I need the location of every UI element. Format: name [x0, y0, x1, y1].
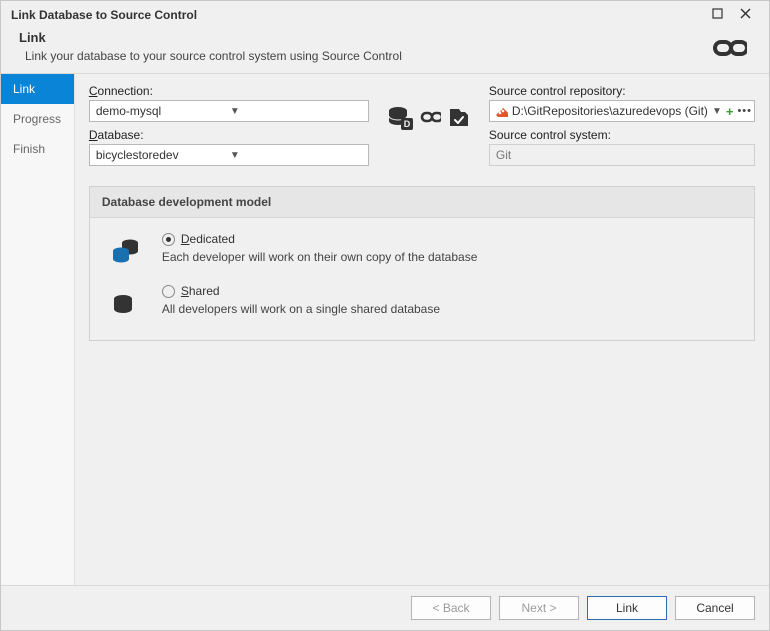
form-column-left: Connection: demo-mysql ▼ Database: bicyc…	[89, 84, 369, 172]
back-button[interactable]: < Back	[411, 596, 491, 620]
shared-label: Shared	[181, 284, 220, 298]
form-column-right: Source control repository: D:\GitReposit…	[489, 84, 755, 166]
database-icon: D	[387, 104, 413, 133]
svg-text:D: D	[404, 119, 411, 129]
link-button[interactable]: Link	[587, 596, 667, 620]
chevron-down-icon: ▼	[230, 150, 364, 161]
repo-value: D:\GitRepositories\azuredevops (Git)	[512, 104, 708, 118]
sidebar-item-label: Link	[13, 82, 35, 96]
shared-desc: All developers will work on a single sha…	[162, 302, 734, 316]
radio-unselected-icon	[162, 285, 175, 298]
dev-model-title: Database development model	[90, 187, 754, 218]
titlebar: Link Database to Source Control	[1, 1, 769, 26]
shared-radio[interactable]: Shared	[162, 284, 734, 298]
header-description: Link your database to your source contro…	[19, 49, 709, 63]
scs-label: Source control system:	[489, 128, 755, 142]
repo-more-button[interactable]: •••	[737, 105, 752, 117]
dedicated-label: Dedicated	[181, 232, 235, 246]
dedicated-icon	[110, 232, 140, 266]
chevron-down-icon: ▼	[230, 106, 364, 117]
sidebar-item-label: Progress	[13, 112, 61, 126]
close-button[interactable]	[731, 7, 759, 22]
sidebar-item-finish[interactable]: Finish	[1, 134, 74, 164]
chevron-down-icon: ▼	[712, 106, 722, 117]
dev-model-panel: Database development model D	[89, 186, 755, 341]
maximize-button[interactable]	[703, 7, 731, 22]
form-top-row: Connection: demo-mysql ▼ Database: bicyc…	[89, 84, 755, 172]
header-text: Link Link your database to your source c…	[19, 30, 709, 63]
sidebar-item-label: Finish	[13, 142, 45, 156]
shared-icon	[110, 284, 140, 318]
repo-select[interactable]: D:\GitRepositories\azuredevops (Git) ▼ +…	[489, 100, 755, 122]
wizard-sidebar: Link Progress Finish	[1, 74, 75, 585]
radio-selected-icon	[162, 233, 175, 246]
dedicated-option: Dedicated Each developer will work on th…	[110, 232, 734, 266]
cancel-button[interactable]: Cancel	[675, 596, 755, 620]
repo-label: Source control repository:	[489, 84, 755, 98]
scs-field: Git	[489, 144, 755, 166]
git-icon	[494, 103, 508, 120]
database-select[interactable]: bicyclestoredev ▼	[89, 144, 369, 166]
header-title: Link	[19, 30, 709, 45]
close-icon	[740, 8, 751, 19]
connection-label: Connection:	[89, 84, 369, 98]
link-glyph-row: D	[387, 84, 471, 133]
link-icon	[709, 36, 747, 63]
window-title: Link Database to Source Control	[11, 8, 703, 22]
shared-text: Shared All developers will work on a sin…	[162, 284, 734, 316]
chain-link-icon	[419, 110, 441, 127]
sidebar-item-progress[interactable]: Progress	[1, 104, 74, 134]
shared-option: Shared All developers will work on a sin…	[110, 284, 734, 318]
dedicated-radio[interactable]: Dedicated	[162, 232, 734, 246]
database-label: Database:	[89, 128, 369, 142]
connection-value: demo-mysql	[96, 104, 230, 118]
dev-model-body: Dedicated Each developer will work on th…	[90, 218, 754, 340]
sidebar-item-link[interactable]: Link	[1, 74, 74, 104]
dialog-body: Link Progress Finish Connection: demo-my…	[1, 74, 769, 585]
main-content: Connection: demo-mysql ▼ Database: bicyc…	[75, 74, 769, 585]
dialog-footer: < Back Next > Link Cancel	[1, 585, 769, 630]
dialog-window: Link Database to Source Control Link Lin…	[0, 0, 770, 631]
source-control-icon	[447, 105, 471, 132]
dedicated-text: Dedicated Each developer will work on th…	[162, 232, 734, 264]
dedicated-desc: Each developer will work on their own co…	[162, 250, 734, 264]
add-repo-button[interactable]: +	[726, 104, 734, 119]
next-button[interactable]: Next >	[499, 596, 579, 620]
database-value: bicyclestoredev	[96, 148, 230, 162]
connection-select[interactable]: demo-mysql ▼	[89, 100, 369, 122]
scs-value: Git	[496, 148, 511, 162]
dialog-header: Link Link your database to your source c…	[1, 26, 769, 73]
maximize-icon	[712, 8, 723, 19]
